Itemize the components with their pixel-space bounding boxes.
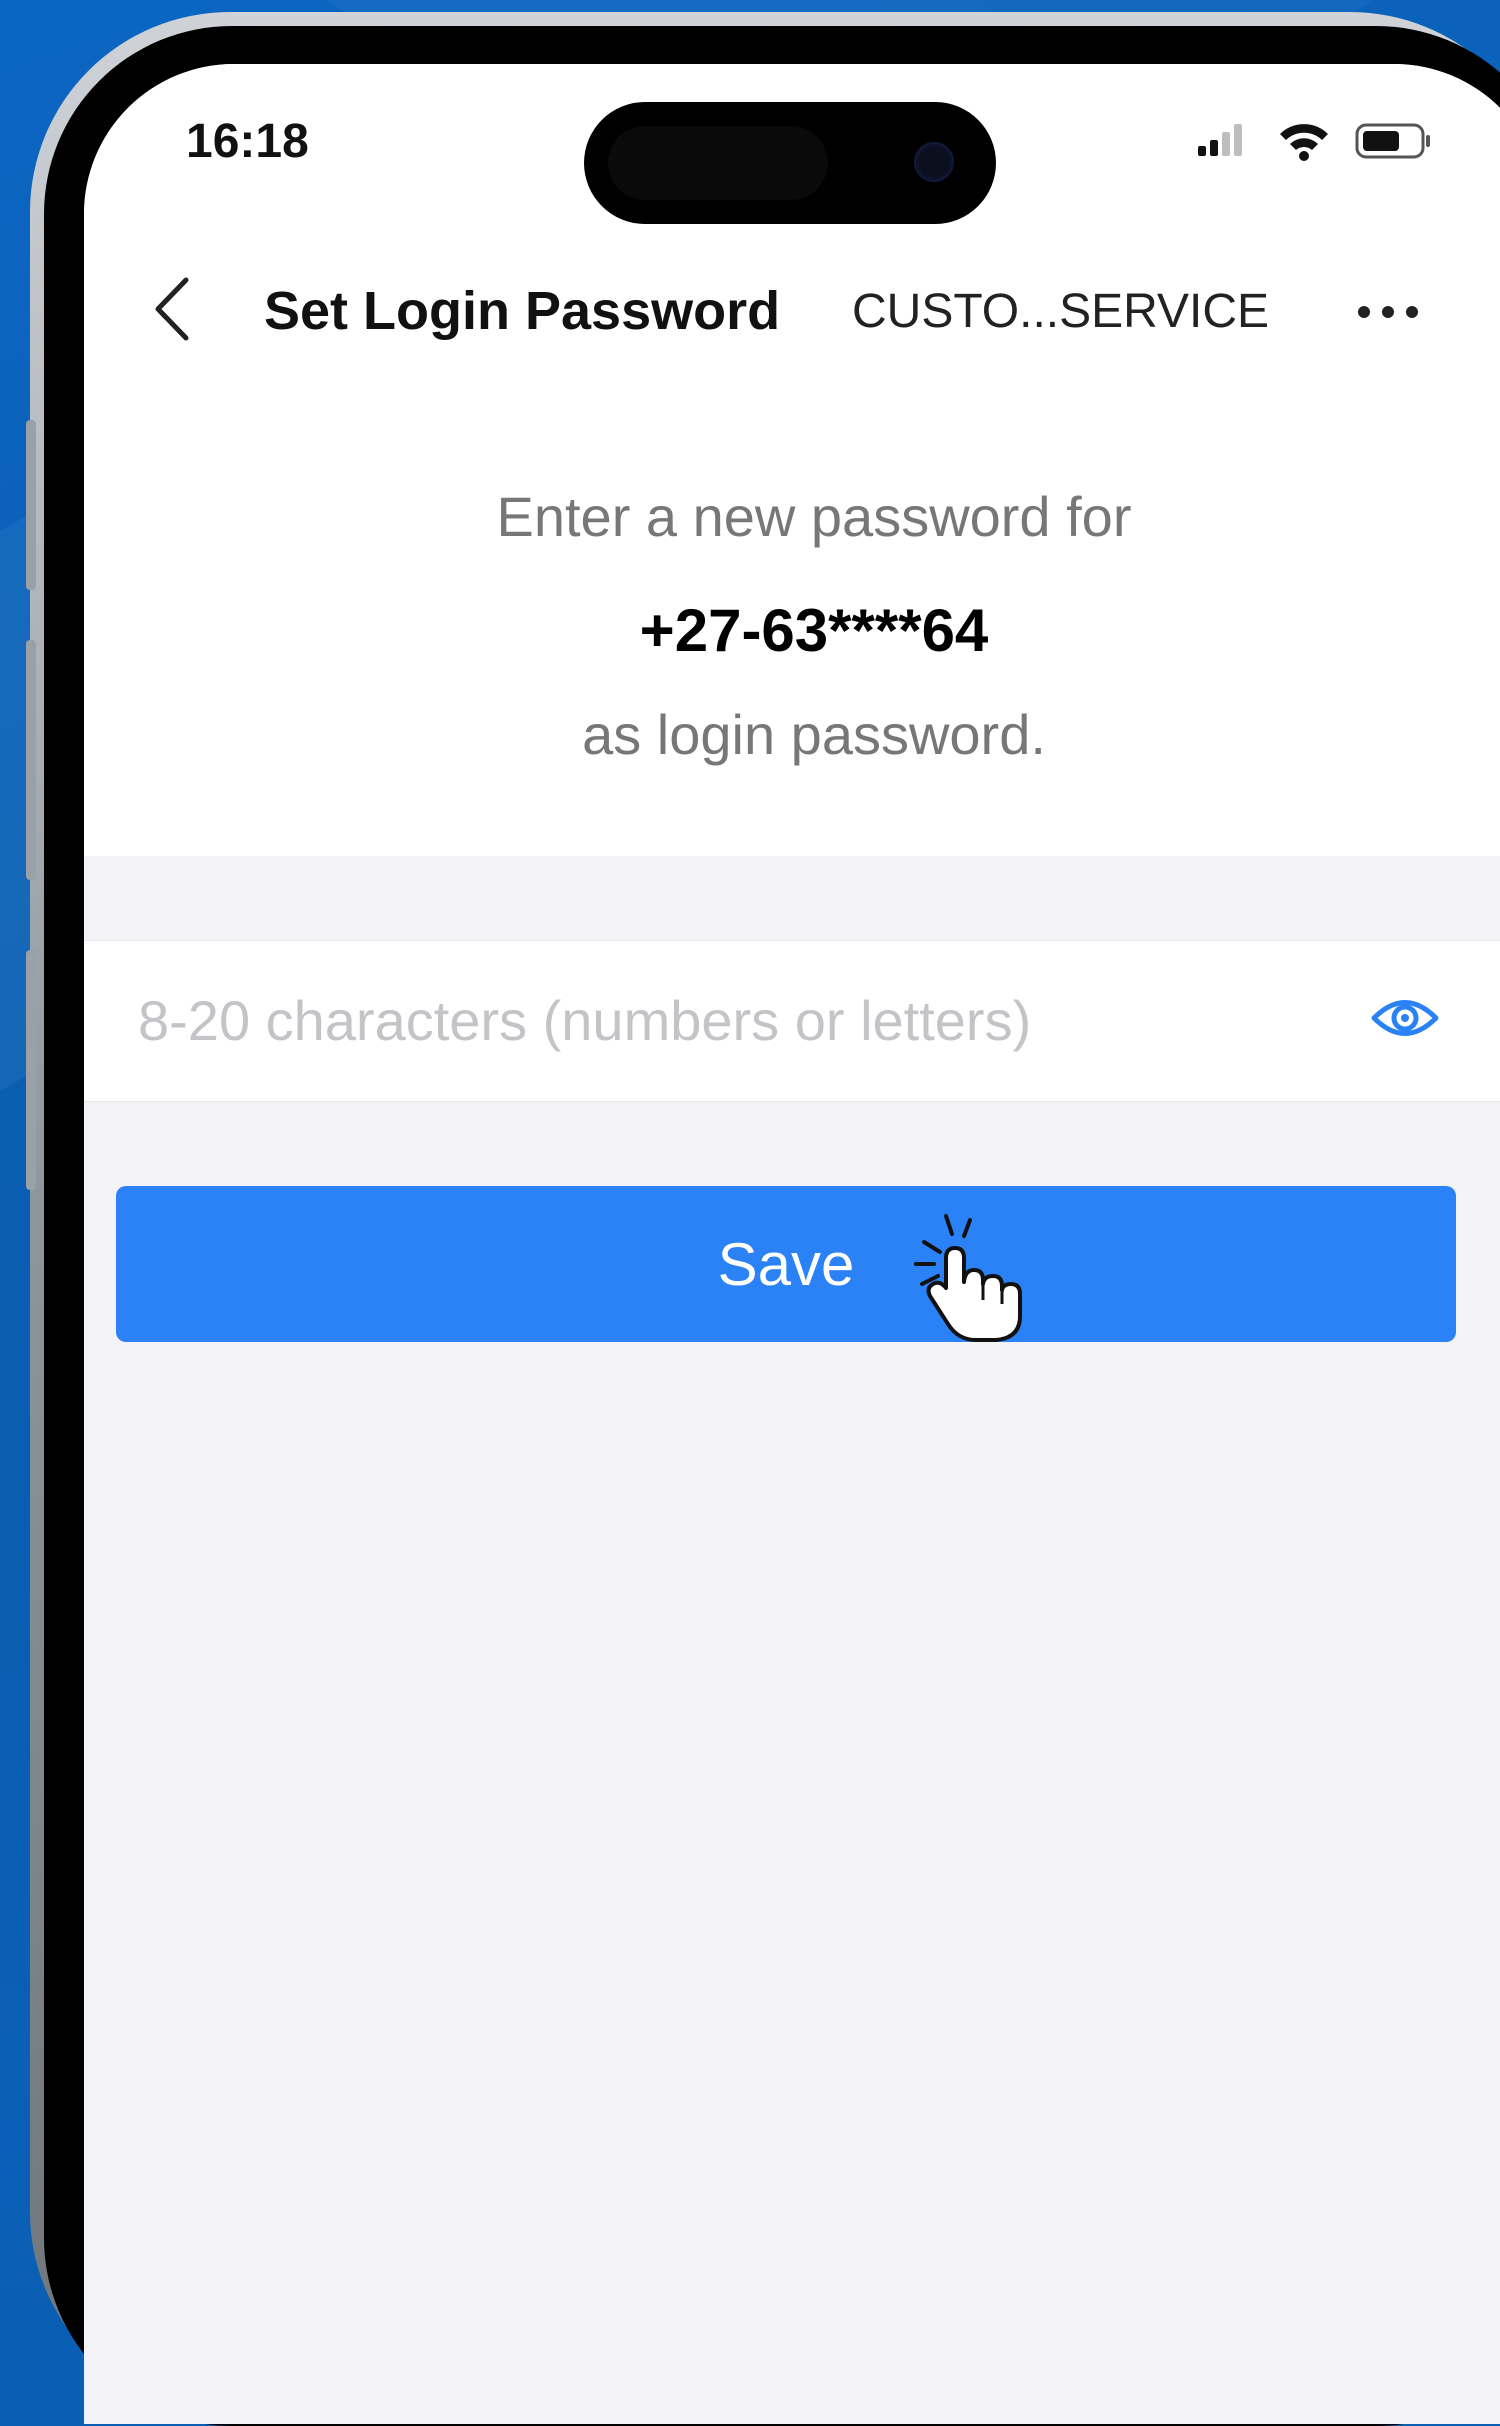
back-icon[interactable] (148, 274, 198, 344)
save-button[interactable]: Save (116, 1186, 1456, 1342)
ellipsis-icon[interactable] (1356, 302, 1420, 322)
nav-subtitle: CUSTO...SERVICE (852, 285, 1269, 338)
status-time: 16:18 (186, 115, 309, 168)
phone-screen: 16:18 Set Login Password CUSTO...SERVICE… (84, 64, 1500, 2424)
phone-side-button (26, 950, 36, 1190)
status-icons (1198, 123, 1430, 161)
phone-side-button (26, 420, 36, 590)
pointing-hand-icon (914, 1214, 1022, 1342)
island-sensor (608, 126, 828, 200)
page-title: Set Login Password (264, 281, 781, 341)
eye-icon[interactable] (1370, 993, 1440, 1043)
wifi-icon (1280, 124, 1328, 161)
phone-side-button (26, 640, 36, 880)
prompt-text: as login password. (582, 703, 1046, 766)
navigation-bar: Set Login Password CUSTO...SERVICE (84, 244, 1500, 384)
cellular-signal-icon (1198, 124, 1242, 156)
password-input-row (84, 940, 1500, 1102)
header-section: 16:18 Set Login Password CUSTO...SERVICE… (84, 64, 1500, 856)
dynamic-island (584, 102, 996, 224)
prompt-text: Enter a new password for (496, 485, 1132, 548)
masked-phone-number: +27-63****64 (639, 597, 989, 664)
password-input[interactable] (136, 969, 1340, 1071)
save-button-label: Save (717, 1231, 855, 1298)
battery-icon (1355, 123, 1430, 159)
front-camera (914, 142, 954, 182)
